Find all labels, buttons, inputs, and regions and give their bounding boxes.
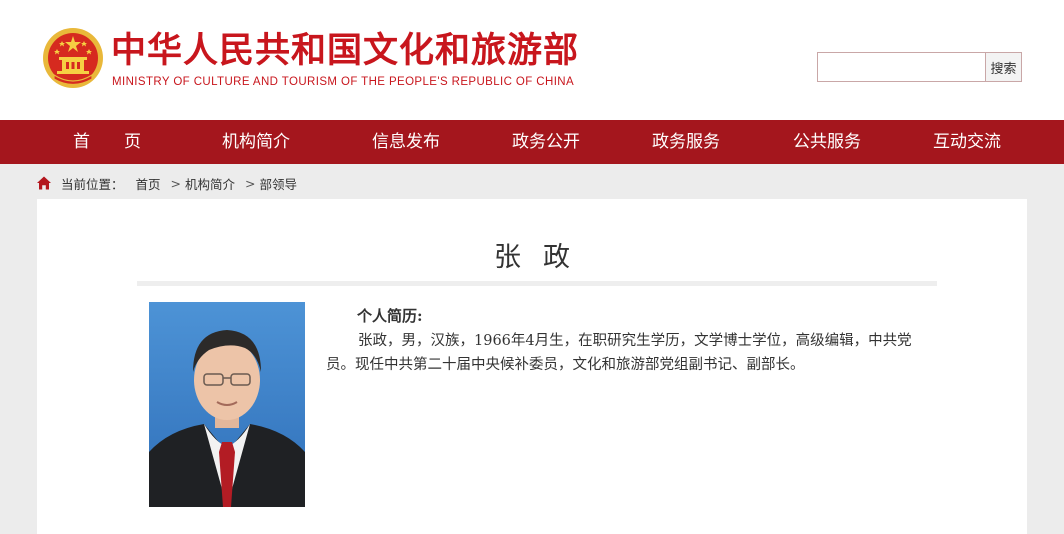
nav-item-interaction[interactable]: 互动交流: [933, 120, 1001, 164]
nav-item-public-services[interactable]: 公共服务: [793, 120, 861, 164]
breadcrumb-separator: >: [245, 175, 256, 191]
search-input[interactable]: [817, 52, 986, 82]
nav-item-government-affairs[interactable]: 政务公开: [512, 120, 580, 164]
bio-text: 张政，男，汉族，1966年4月生，在职研究生学历，文学博士学位，高级编辑，中共党…: [326, 333, 912, 373]
breadcrumb: 当前位置： 首页 > 机构简介 > 部领导: [36, 174, 297, 192]
person-name: 张政: [494, 242, 592, 273]
title-divider: [137, 281, 937, 286]
nav-item-about[interactable]: 机构简介: [222, 120, 290, 164]
national-emblem-icon[interactable]: [42, 27, 104, 89]
breadcrumb-leaders-link[interactable]: 部领导: [260, 174, 298, 193]
site-title: 中华人民共和国文化和旅游部: [111, 31, 580, 71]
breadcrumb-home-link[interactable]: 首页: [136, 174, 161, 193]
nav-item-home[interactable]: 首 页: [73, 120, 141, 164]
main-nav: 首 页 机构简介 信息发布 政务公开 政务服务 公共服务 互动交流: [0, 120, 1064, 164]
portrait-photo: [149, 302, 305, 507]
site-header: 中华人民共和国文化和旅游部 MINISTRY OF CULTURE AND TO…: [0, 0, 1064, 120]
bio-heading: 个人简历:: [357, 307, 423, 325]
home-icon[interactable]: [36, 175, 52, 191]
nav-item-government-services[interactable]: 政务服务: [652, 120, 720, 164]
search-button[interactable]: 搜索: [985, 52, 1022, 82]
nav-item-news[interactable]: 信息发布: [372, 120, 440, 164]
site-subtitle: MINISTRY OF CULTURE AND TOURISM OF THE P…: [112, 76, 575, 88]
breadcrumb-prefix: 当前位置：: [61, 176, 124, 192]
profile-panel: 张政 个人简历: 张政，男，汉族，1966年4月生，在职研究生学历，文学博士学位…: [37, 199, 1027, 534]
breadcrumb-separator: >: [170, 175, 182, 191]
breadcrumb-about-link[interactable]: 机构简介: [185, 174, 235, 193]
